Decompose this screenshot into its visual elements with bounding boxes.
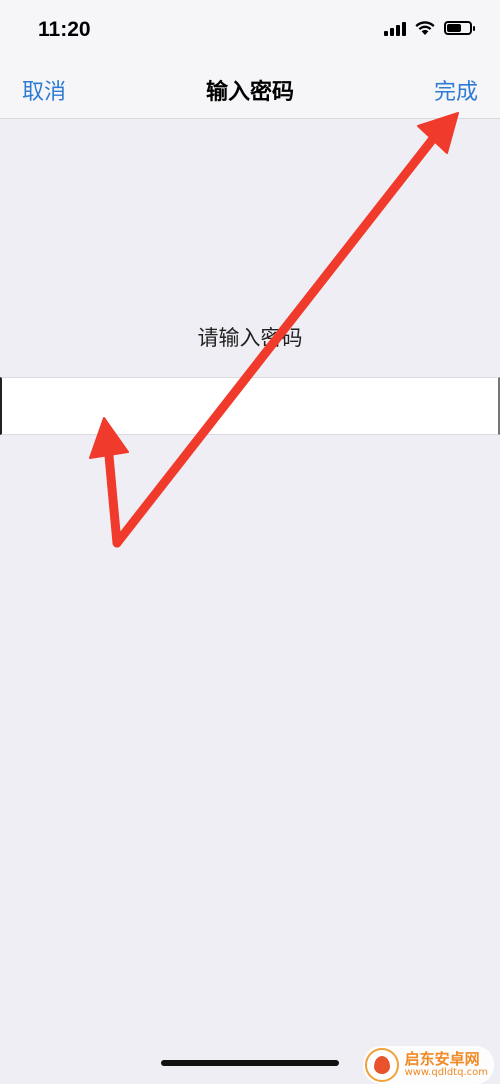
wifi-icon xyxy=(415,21,435,35)
cellular-signal-icon xyxy=(384,20,406,36)
watermark-logo-icon xyxy=(364,1048,399,1082)
password-prompt: 请输入密码 xyxy=(197,326,303,350)
watermark-name: 启东安卓网 xyxy=(404,1049,480,1068)
arrow-shaft-short xyxy=(103,440,122,548)
arrow-head-long xyxy=(417,112,459,154)
annotation-arrows xyxy=(89,112,459,548)
done-button[interactable]: 完成 xyxy=(434,74,478,106)
watermark: 启东安卓网 www.qdldtq.com xyxy=(362,1046,494,1084)
battery-icon xyxy=(444,21,475,35)
status-bar: 11:20 xyxy=(0,0,500,60)
watermark-domain: www.qdldtq.com xyxy=(404,1066,488,1078)
password-input[interactable] xyxy=(0,377,500,435)
navigation-bar: 取消 输入密码 完成 xyxy=(0,60,500,119)
page-title: 输入密码 xyxy=(205,80,294,105)
status-time: 11:20 xyxy=(38,18,91,41)
status-icons xyxy=(384,20,475,36)
battery-level xyxy=(447,24,462,32)
home-indicator[interactable] xyxy=(161,1060,339,1066)
